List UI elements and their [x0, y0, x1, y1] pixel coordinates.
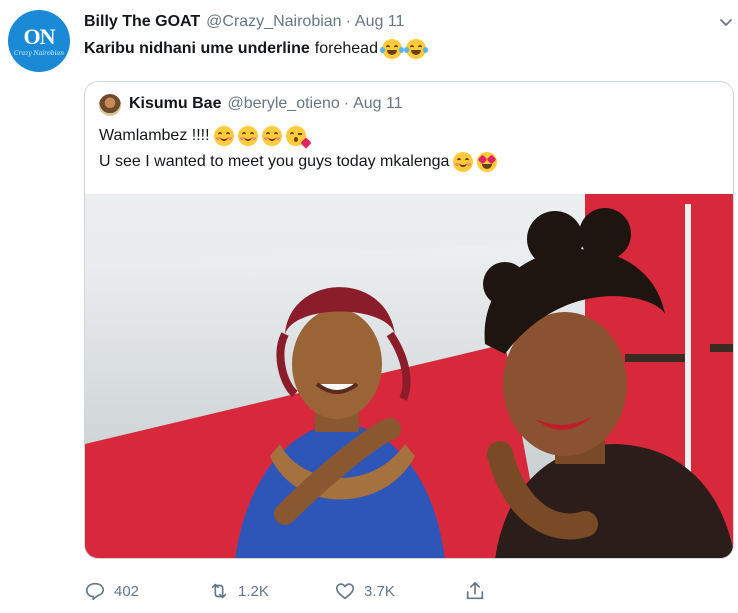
smiling-face-icon	[261, 126, 282, 146]
quoted-text-line1: Wamlambez !!!!	[99, 126, 312, 149]
left-person-face	[292, 309, 382, 419]
retweet-button[interactable]: 1.2K	[208, 580, 269, 602]
tears-of-joy-icon	[379, 39, 404, 59]
blushing-face-icon	[453, 152, 474, 172]
reply-count: 402	[114, 582, 140, 600]
blowing-kiss-icon	[285, 126, 312, 149]
tweet-text: Karibu nidhani ume underline forehead	[84, 39, 428, 59]
quoted-line1-text: Wamlambez !!!!	[99, 127, 210, 144]
quoted-author-handle[interactable]: @beryle_otieno	[227, 95, 339, 113]
reply-button[interactable]: 402	[84, 580, 139, 602]
quoted-date[interactable]: Aug 11	[353, 95, 403, 113]
heart-icon	[335, 583, 355, 600]
photo-illustration	[85, 194, 733, 558]
chair	[625, 354, 685, 362]
right-person-hair-curl	[527, 211, 583, 267]
like-count: 3.7K	[364, 582, 395, 600]
smiling-face-icon	[213, 126, 234, 146]
tears-of-joy-icon	[403, 39, 428, 59]
share-button[interactable]	[464, 580, 486, 602]
quoted-line2-text: U see I wanted to meet you guys today mk…	[99, 153, 450, 170]
reply-icon	[85, 582, 105, 601]
share-icon	[466, 581, 484, 600]
quoted-text-line2: U see I wanted to meet you guys today mk…	[99, 152, 498, 172]
chevron-down-icon[interactable]	[718, 14, 734, 30]
chair	[710, 344, 733, 352]
author-handle[interactable]: @Crazy_Nairobian	[206, 13, 341, 31]
author-name[interactable]: Billy The GOAT	[84, 13, 200, 31]
tweet-header: Billy The GOAT @Crazy_Nairobian · Aug 11	[84, 11, 718, 33]
avatar-monogram: ON	[23, 23, 56, 49]
quoted-header: Kisumu Bae @beryle_otieno · Aug 11	[129, 95, 403, 113]
tweet-date[interactable]: Aug 11	[355, 13, 405, 31]
tweet-photo[interactable]	[85, 194, 733, 558]
retweet-icon	[211, 583, 227, 599]
tweet-text-normal: forehead	[314, 40, 378, 57]
quoted-author-name[interactable]: Kisumu Bae	[129, 95, 221, 113]
tweet-text-bold: Karibu nidhani ume underline	[84, 40, 310, 57]
smiling-face-icon	[237, 126, 258, 146]
quoted-separator: ·	[343, 95, 350, 112]
retweet-count: 1.2K	[238, 582, 269, 600]
like-button[interactable]: 3.7K	[334, 580, 395, 602]
author-avatar[interactable]: ON Crazy Nairobian	[8, 10, 70, 72]
quoted-tweet[interactable]: Kisumu Bae @beryle_otieno · Aug 11 Wamla…	[84, 81, 734, 559]
header-separator: ·	[345, 13, 351, 30]
right-person-hair-curl	[579, 208, 631, 260]
heart-eyes-icon	[477, 152, 498, 172]
avatar-tagline: Crazy Nairobian	[14, 49, 64, 57]
right-person-hair-curl	[483, 262, 527, 306]
quoted-avatar[interactable]	[99, 94, 121, 116]
